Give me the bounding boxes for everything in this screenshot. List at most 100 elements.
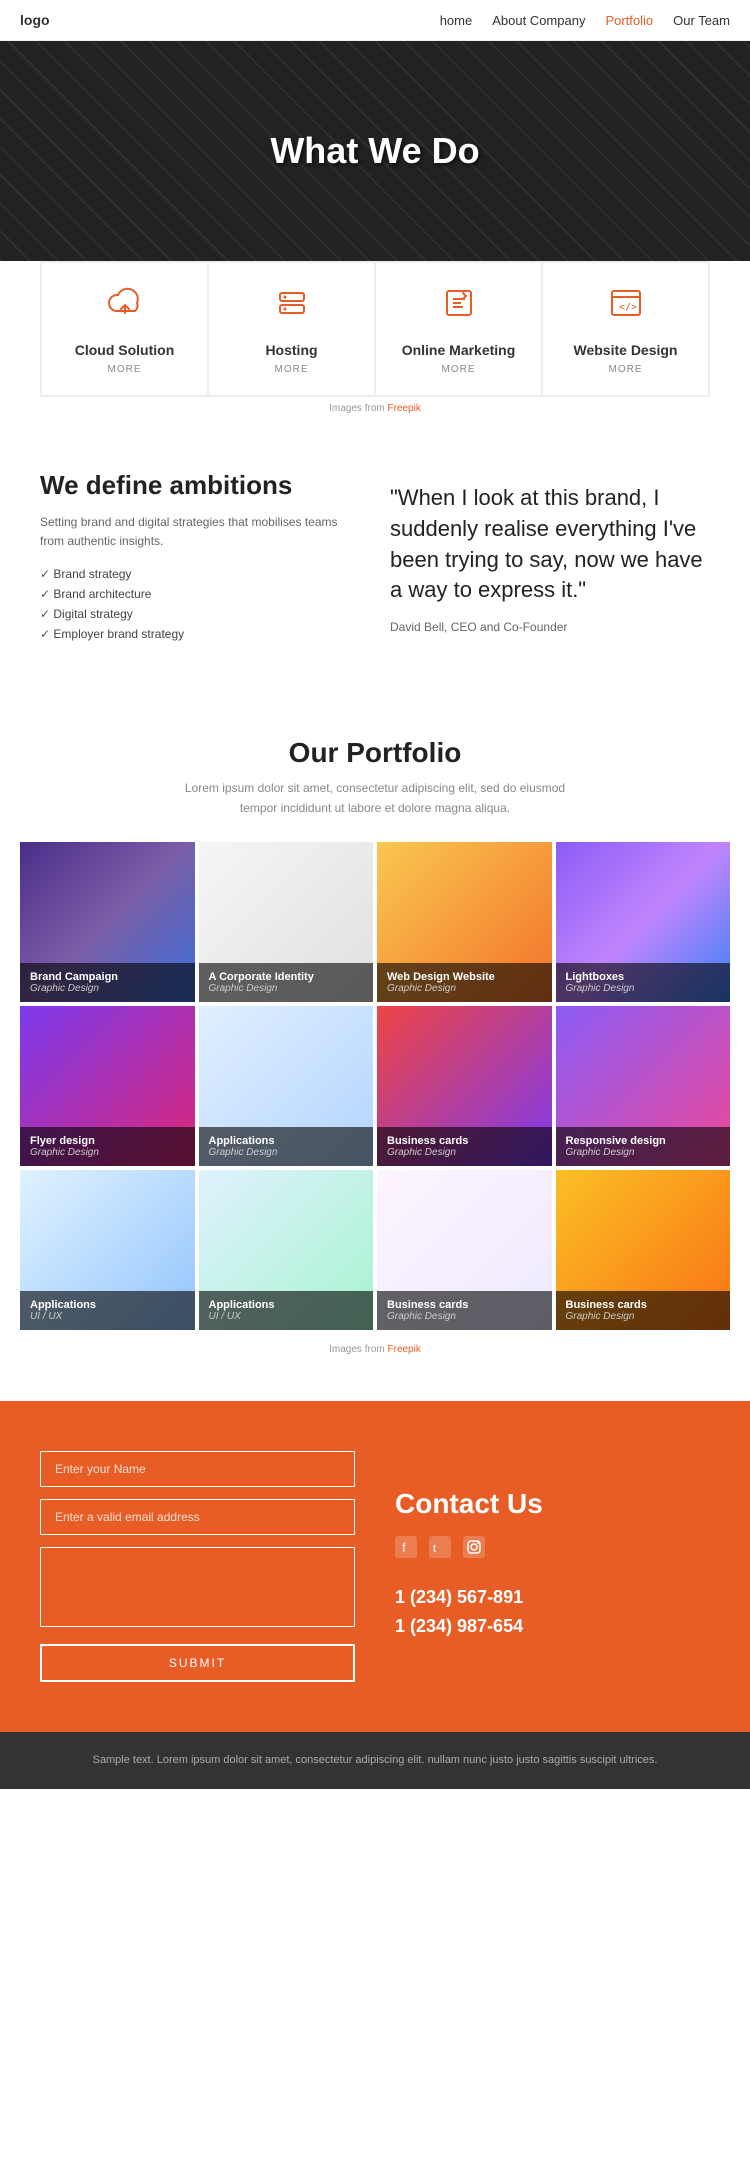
logo: logo <box>20 12 50 28</box>
services-container: Cloud Solution MORE Hosting MORE <box>20 261 730 420</box>
nav-team[interactable]: Our Team <box>673 13 730 28</box>
service-title-marketing: Online Marketing <box>391 342 526 358</box>
contact-title: Contact Us <box>395 1488 710 1520</box>
freepik-note-services: Images from Freepik <box>20 397 730 420</box>
svg-text:f: f <box>402 1540 406 1555</box>
about-attribution: David Bell, CEO and Co-Founder <box>390 620 710 634</box>
portfolio-grid: Brand Campaign Graphic Design A Corporat… <box>20 842 730 1330</box>
portfolio-item-cat-3: Graphic Design <box>566 983 721 994</box>
list-item-2: Digital strategy <box>40 607 360 621</box>
portfolio-item-cat-4: Graphic Design <box>30 1147 185 1158</box>
portfolio-item-cat-10: Graphic Design <box>387 1311 542 1322</box>
contact-submit-button[interactable]: SUBMIT <box>40 1644 355 1682</box>
portfolio-item-title-9: Applications <box>209 1299 364 1311</box>
portfolio-overlay-11: Business cards Graphic Design <box>556 1291 731 1330</box>
portfolio-overlay-2: Web Design Website Graphic Design <box>377 963 552 1002</box>
portfolio-item-title-8: Applications <box>30 1299 185 1311</box>
portfolio-subtitle: Lorem ipsum dolor sit amet, consectetur … <box>175 779 575 817</box>
portfolio-item-3[interactable]: Lightboxes Graphic Design <box>556 842 731 1002</box>
contact-section: SUBMIT Contact Us f t <box>0 1401 750 1732</box>
services-grid: Cloud Solution MORE Hosting MORE <box>40 261 710 397</box>
svg-text:</>: </> <box>619 302 637 313</box>
instagram-icon[interactable] <box>463 1536 485 1563</box>
service-more-cloud[interactable]: MORE <box>57 364 192 375</box>
nav-about[interactable]: About Company <box>492 13 585 28</box>
nav-links: home About Company Portfolio Our Team <box>440 13 730 28</box>
service-webdesign[interactable]: </> Website Design MORE <box>542 262 709 396</box>
hosting-icon <box>224 283 359 332</box>
portfolio-item-title-2: Web Design Website <box>387 971 542 983</box>
footer-text: Sample text. Lorem ipsum dolor sit amet,… <box>20 1752 730 1770</box>
facebook-icon[interactable]: f <box>395 1536 417 1563</box>
portfolio-overlay-6: Business cards Graphic Design <box>377 1127 552 1166</box>
portfolio-overlay-4: Flyer design Graphic Design <box>20 1127 195 1166</box>
hero-section: What We Do <box>0 41 750 261</box>
portfolio-overlay-9: Applications UI / UX <box>199 1291 374 1330</box>
service-title-webdesign: Website Design <box>558 342 693 358</box>
list-item-0: Brand strategy <box>40 567 360 581</box>
portfolio-item-11[interactable]: Business cards Graphic Design <box>556 1170 731 1330</box>
portfolio-item-7[interactable]: Responsive design Graphic Design <box>556 1006 731 1166</box>
portfolio-item-title-3: Lightboxes <box>566 971 721 983</box>
about-heading: We define ambitions <box>40 470 360 501</box>
portfolio-item-cat-7: Graphic Design <box>566 1147 721 1158</box>
contact-right: Contact Us f t <box>395 1451 710 1682</box>
about-list: Brand strategy Brand architecture Digita… <box>40 567 360 641</box>
portfolio-item-4[interactable]: Flyer design Graphic Design <box>20 1006 195 1166</box>
svg-text:t: t <box>433 1543 436 1555</box>
portfolio-overlay-0: Brand Campaign Graphic Design <box>20 963 195 1002</box>
portfolio-item-title-6: Business cards <box>387 1135 542 1147</box>
portfolio-item-title-1: A Corporate Identity <box>209 971 364 983</box>
portfolio-item-2[interactable]: Web Design Website Graphic Design <box>377 842 552 1002</box>
portfolio-item-cat-1: Graphic Design <box>209 983 364 994</box>
nav-home[interactable]: home <box>440 13 473 28</box>
portfolio-item-cat-11: Graphic Design <box>566 1311 721 1322</box>
contact-email-input[interactable] <box>40 1499 355 1535</box>
about-left: We define ambitions Setting brand and di… <box>40 470 360 647</box>
portfolio-item-cat-0: Graphic Design <box>30 983 185 994</box>
portfolio-item-5[interactable]: Applications Graphic Design <box>199 1006 374 1166</box>
service-more-marketing[interactable]: MORE <box>391 364 526 375</box>
service-more-webdesign[interactable]: MORE <box>558 364 693 375</box>
portfolio-section: Our Portfolio Lorem ipsum dolor sit amet… <box>0 697 750 1400</box>
service-title-cloud: Cloud Solution <box>57 342 192 358</box>
portfolio-freepik: Images from Freepik <box>20 1338 730 1361</box>
social-icons: f t <box>395 1536 710 1563</box>
portfolio-overlay-5: Applications Graphic Design <box>199 1127 374 1166</box>
portfolio-item-10[interactable]: Business cards Graphic Design <box>377 1170 552 1330</box>
portfolio-overlay-1: A Corporate Identity Graphic Design <box>199 963 374 1002</box>
webdesign-icon: </> <box>558 283 693 332</box>
about-quote: "When I look at this brand, I suddenly r… <box>390 483 710 606</box>
service-cloud[interactable]: Cloud Solution MORE <box>41 262 208 396</box>
list-item-1: Brand architecture <box>40 587 360 601</box>
portfolio-item-6[interactable]: Business cards Graphic Design <box>377 1006 552 1166</box>
portfolio-overlay-7: Responsive design Graphic Design <box>556 1127 731 1166</box>
portfolio-item-0[interactable]: Brand Campaign Graphic Design <box>20 842 195 1002</box>
portfolio-overlay-10: Business cards Graphic Design <box>377 1291 552 1330</box>
portfolio-item-cat-6: Graphic Design <box>387 1147 542 1158</box>
service-more-hosting[interactable]: MORE <box>224 364 359 375</box>
portfolio-overlay-8: Applications UI / UX <box>20 1291 195 1330</box>
portfolio-item-cat-5: Graphic Design <box>209 1147 364 1158</box>
list-item-3: Employer brand strategy <box>40 627 360 641</box>
portfolio-item-title-11: Business cards <box>566 1299 721 1311</box>
nav-portfolio[interactable]: Portfolio <box>605 13 653 28</box>
portfolio-freepik-link[interactable]: Freepik <box>388 1344 421 1355</box>
freepik-link[interactable]: Freepik <box>388 403 421 414</box>
portfolio-item-cat-2: Graphic Design <box>387 983 542 994</box>
footer: Sample text. Lorem ipsum dolor sit amet,… <box>0 1732 750 1790</box>
portfolio-item-1[interactable]: A Corporate Identity Graphic Design <box>199 842 374 1002</box>
service-marketing[interactable]: Online Marketing MORE <box>375 262 542 396</box>
service-title-hosting: Hosting <box>224 342 359 358</box>
portfolio-overlay-3: Lightboxes Graphic Design <box>556 963 731 1002</box>
service-hosting[interactable]: Hosting MORE <box>208 262 375 396</box>
twitter-icon[interactable]: t <box>429 1536 451 1563</box>
portfolio-item-title-7: Responsive design <box>566 1135 721 1147</box>
about-description: Setting brand and digital strategies tha… <box>40 513 360 551</box>
portfolio-item-8[interactable]: Applications UI / UX <box>20 1170 195 1330</box>
contact-message-textarea[interactable] <box>40 1547 355 1627</box>
contact-name-input[interactable] <box>40 1451 355 1487</box>
portfolio-item-9[interactable]: Applications UI / UX <box>199 1170 374 1330</box>
about-section: We define ambitions Setting brand and di… <box>0 420 750 697</box>
portfolio-item-title-4: Flyer design <box>30 1135 185 1147</box>
